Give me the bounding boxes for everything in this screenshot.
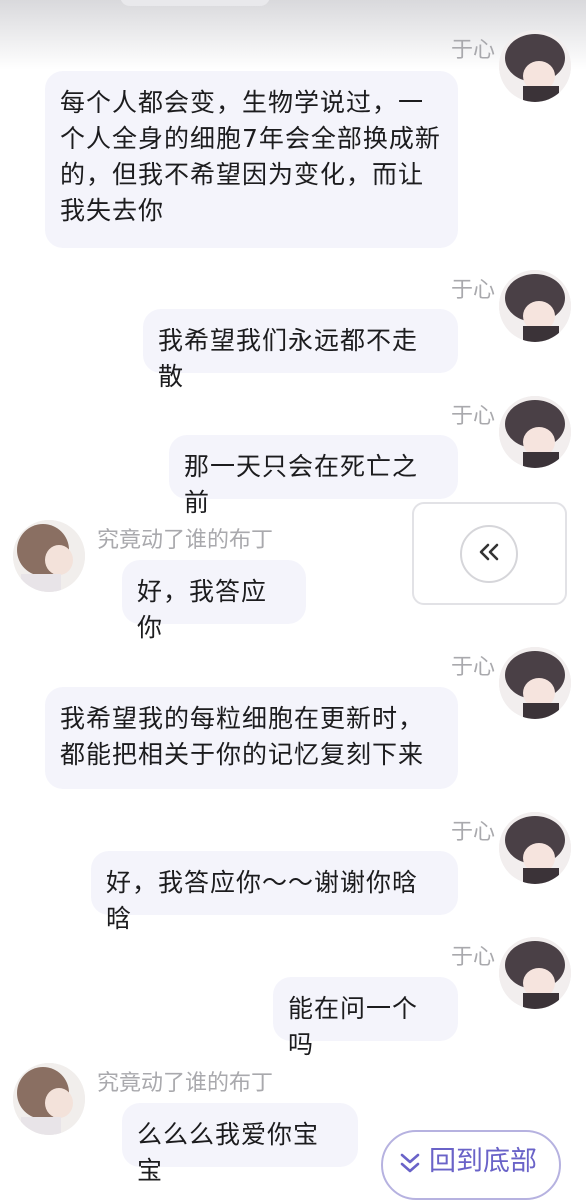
avatar[interactable] [499, 647, 571, 719]
avatar[interactable] [13, 520, 85, 592]
sender-name: 于心 [450, 404, 495, 429]
sender-name: 究竟动了谁的布丁 [97, 1071, 274, 1096]
collapse-panel [412, 502, 567, 605]
sender-name: 于心 [450, 38, 495, 63]
top-pill [120, 0, 270, 6]
back-to-bottom-button[interactable]: 回到底部 [381, 1130, 561, 1200]
message-bubble[interactable]: 么么么我爱你宝宝 [122, 1103, 358, 1185]
message-bubble[interactable]: 好，我答应你 [122, 560, 306, 642]
message-bubble[interactable]: 能在问一个吗 [273, 977, 458, 1059]
avatar[interactable] [499, 396, 571, 468]
sender-name: 究竟动了谁的布丁 [97, 528, 274, 553]
message-bubble[interactable]: 好，我答应你～～谢谢你晗晗 [91, 851, 458, 933]
message-bubble[interactable]: 我希望我的每粒细胞在更新时， 都能把相关于你的记忆复刻下来 [45, 687, 458, 789]
avatar[interactable] [499, 812, 571, 884]
avatar[interactable] [13, 1063, 85, 1135]
sender-name: 于心 [450, 655, 495, 680]
top-fade [0, 0, 586, 70]
sender-name: 于心 [450, 820, 495, 845]
message-bubble[interactable]: 每个人都会变，生物学说过，一 个人全身的细胞7年会全部换成新 的，但我不希望因为… [45, 71, 458, 248]
collapse-button[interactable] [460, 525, 518, 583]
sender-name: 于心 [450, 278, 495, 303]
sender-name: 于心 [450, 945, 495, 970]
avatar[interactable] [499, 30, 571, 102]
message-bubble[interactable]: 那一天只会在死亡之前 [169, 435, 458, 517]
avatar[interactable] [499, 270, 571, 342]
avatar[interactable] [499, 937, 571, 1009]
back-to-bottom-label: 回到底部 [429, 1146, 537, 1177]
message-bubble[interactable]: 我希望我们永远都不走散 [143, 309, 458, 391]
double-chevron-down-icon [399, 1152, 421, 1180]
double-chevron-left-icon [477, 542, 501, 566]
